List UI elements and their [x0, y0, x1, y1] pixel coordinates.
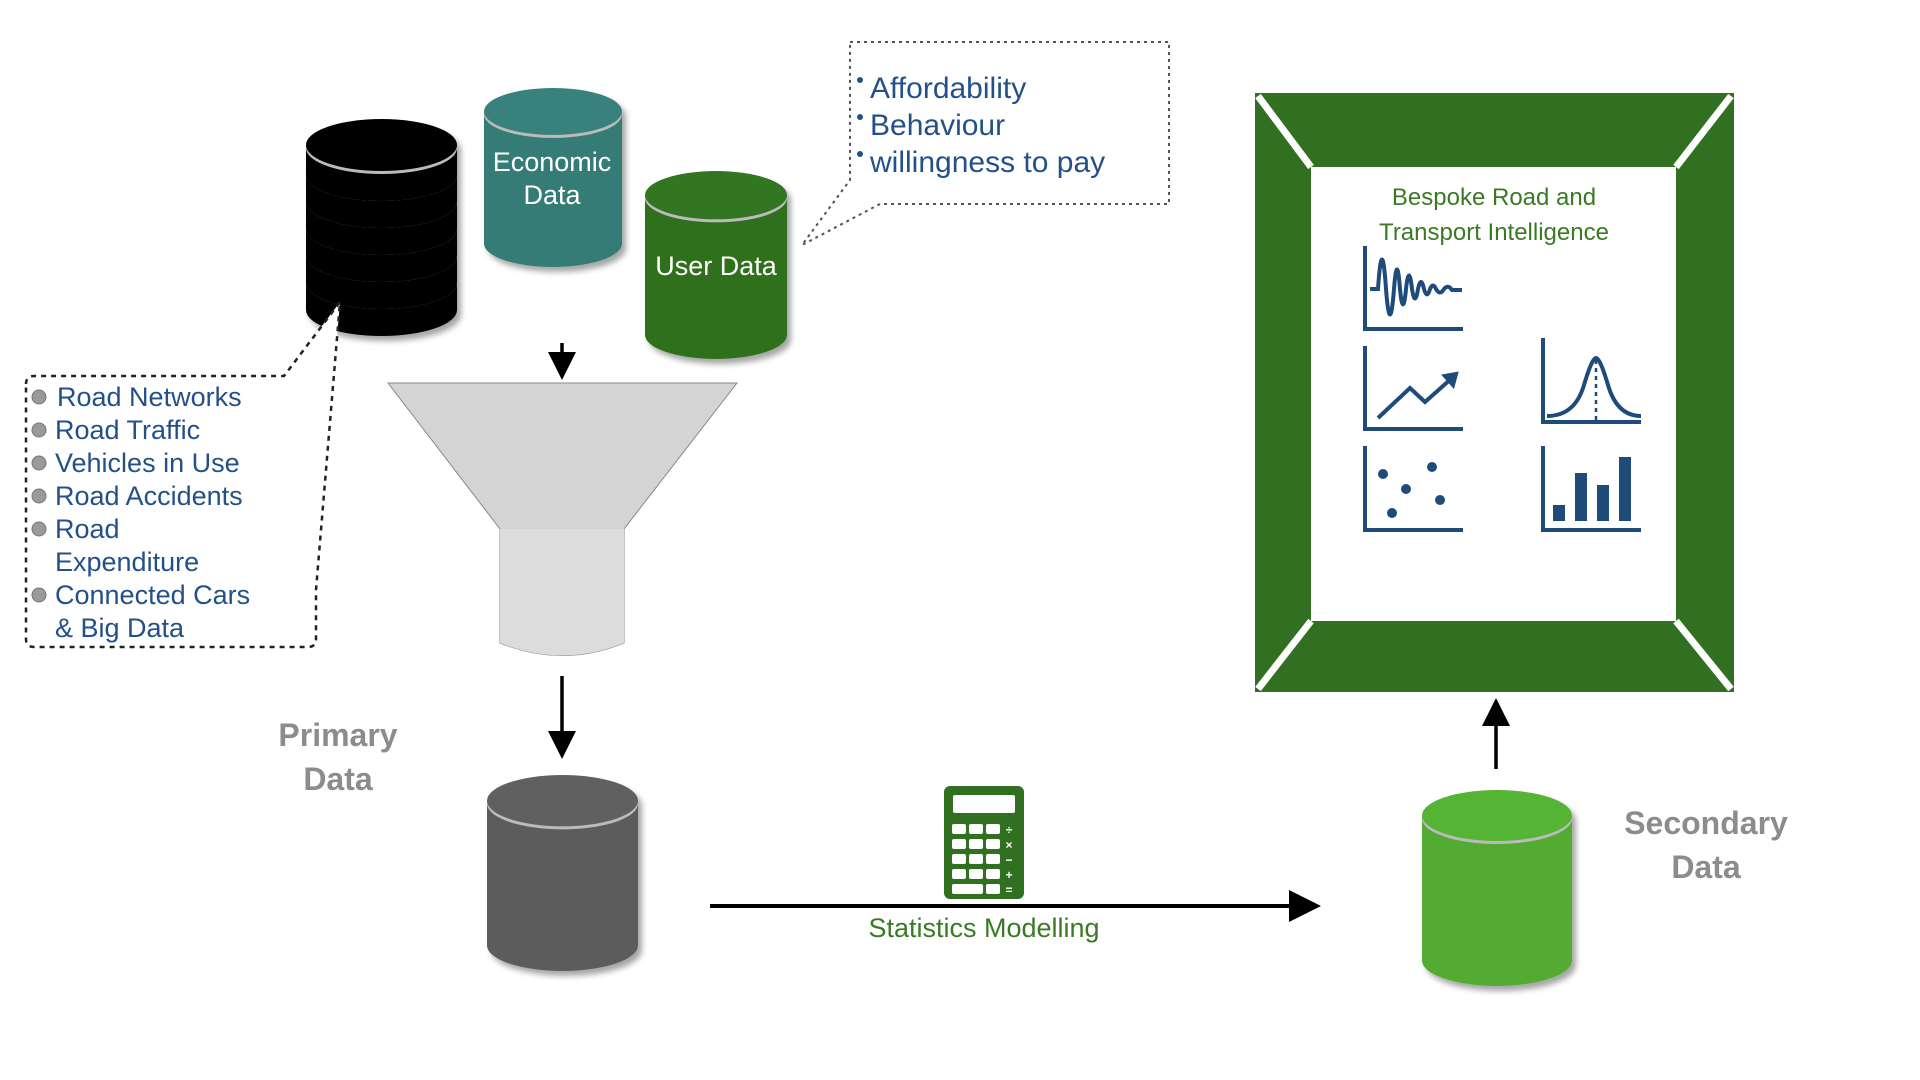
- economic-data-cylinder: [484, 88, 622, 267]
- secondary-data-cylinder: [1422, 790, 1572, 987]
- bullet-icon: [857, 151, 863, 157]
- bullet-icon: [31, 422, 47, 438]
- road-data-database-icon: [306, 119, 457, 337]
- primary-data-label-2: Data: [303, 761, 373, 797]
- economic-data-label-2: Data: [523, 180, 581, 210]
- svg-text:−: −: [1005, 853, 1012, 867]
- bullet-icon: [857, 77, 863, 83]
- economic-data-label-1: Economic: [493, 147, 612, 177]
- svg-text:÷: ÷: [1006, 823, 1013, 837]
- road-list-item: Road Networks: [57, 382, 242, 412]
- secondary-data-label-2: Data: [1671, 849, 1741, 885]
- road-list-item: Road Accidents: [55, 481, 243, 511]
- secondary-data-label-1: Secondary: [1624, 805, 1788, 841]
- svg-text:+: +: [1005, 868, 1012, 882]
- diagram-canvas: Affordability Behaviour willingness to pay…: [24, 41, 1788, 987]
- statistics-modelling-label: Statistics Modelling: [868, 913, 1099, 943]
- svg-text:=: =: [1005, 883, 1012, 897]
- output-frame: [1255, 93, 1734, 692]
- callout-item: willingness to pay: [869, 146, 1105, 179]
- primary-data-label-1: Primary: [278, 717, 397, 753]
- bullet-icon: [31, 455, 47, 471]
- calculator-icon: ÷×−+=: [944, 786, 1024, 899]
- bullet-icon: [31, 389, 47, 405]
- bullet-icon: [857, 114, 863, 120]
- bullet-icon: [31, 488, 47, 504]
- funnel-stem: [500, 529, 624, 656]
- road-list-item: Expenditure: [55, 547, 199, 577]
- road-list-item: & Big Data: [55, 613, 185, 643]
- user-data-label: User Data: [655, 251, 778, 281]
- output-title-1: Bespoke Road and: [1392, 184, 1596, 211]
- road-list-item: Road: [55, 514, 120, 544]
- svg-text:×: ×: [1005, 838, 1012, 852]
- output-title-2: Transport Intelligence: [1379, 219, 1609, 246]
- road-list-item: Vehicles in Use: [55, 448, 240, 478]
- bullet-icon: [31, 521, 47, 537]
- road-list-item: Road Traffic: [55, 415, 200, 445]
- callout-item: Affordability: [870, 72, 1026, 105]
- road-list-item: Connected Cars: [55, 580, 250, 610]
- primary-data-cylinder: [487, 775, 638, 971]
- bullet-icon: [31, 587, 47, 603]
- callout-item: Behaviour: [870, 109, 1005, 142]
